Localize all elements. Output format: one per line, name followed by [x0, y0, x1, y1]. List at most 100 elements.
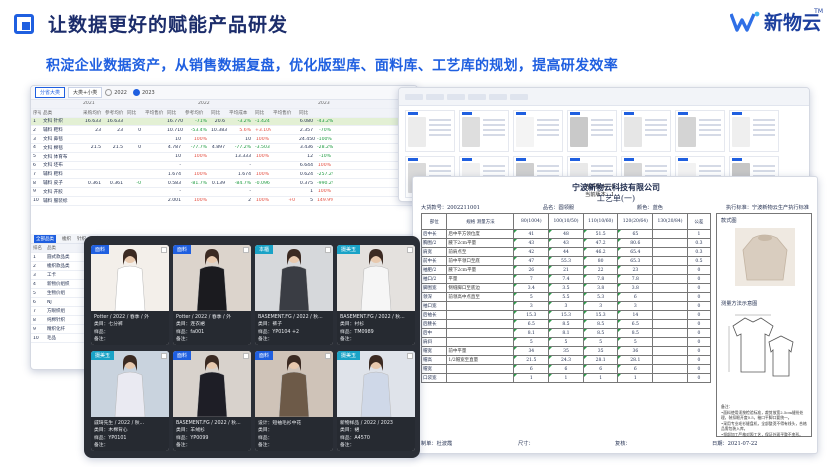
measure-value: 3.8	[617, 283, 654, 293]
style-card[interactable]: 面料 Potter / 2022 / 春季 / 外类目：连衣裙 样品：fa001 备注…	[173, 245, 251, 345]
style-card[interactable]: 面料 BASEMENT.FG / 2022 / 秋... 类目：羊绒衫 样品：YP00…	[173, 351, 251, 451]
table-row[interactable]: 6 文科 坯布 - - 6.644 100%	[31, 162, 417, 171]
table-cell: 21.5	[112, 145, 123, 151]
text-line	[429, 134, 451, 136]
field-label: 品名：	[542, 205, 559, 211]
measure-part: 后中	[420, 328, 448, 338]
rank-category: 精织化纤	[47, 327, 65, 332]
library-filter-button[interactable]	[426, 93, 444, 100]
style-card[interactable]: 摄美玉 戚琦先生 / 2022 / 秋... 类目：木棉背心 样品：YP0101 备注：	[91, 351, 169, 451]
table-cell: 20.6	[214, 118, 225, 124]
measure-method	[446, 310, 515, 320]
table-cell: 100%	[255, 154, 269, 160]
table-row[interactable]: 5 文科 体育布 10 100% 13.333 100% 12 -10%	[31, 153, 417, 162]
row-number: 10	[33, 198, 39, 204]
field-value: 圆领服	[558, 205, 575, 211]
table-cell: 3.436	[299, 145, 313, 151]
fabric-thumbnail	[624, 117, 642, 147]
rank-category: 毛品	[47, 336, 56, 341]
table-cell: 0.361	[109, 180, 123, 186]
library-card[interactable]	[729, 110, 779, 152]
select-checkbox[interactable]	[161, 247, 167, 253]
measure-value: 3.4	[513, 283, 550, 293]
card-tag	[624, 112, 634, 115]
table-cell: 0.624	[299, 171, 313, 177]
ranking-tab[interactable]: 全部品类	[34, 234, 56, 243]
table-row[interactable]: 2 辅料 鞋料 23 23 0 10.710 -53.4% 10.383 5.6% +3.109 2…	[31, 126, 417, 136]
measure-value: 0	[686, 292, 712, 302]
style-info-line: 备注：	[176, 443, 191, 449]
ranking-tab[interactable]: 梭织	[62, 236, 71, 242]
library-filter-button[interactable]	[489, 93, 507, 100]
text-line	[591, 124, 613, 126]
library-card[interactable]	[513, 110, 563, 152]
table-row: 帽宽 前中平量 34 35 35 36 0	[420, 346, 712, 356]
measure-method	[446, 319, 515, 329]
measure-value: 80.6	[617, 238, 654, 248]
style-tag: 面料	[91, 245, 110, 254]
table-row: 帽宽 6 6 6 6 0	[420, 364, 712, 374]
style-card[interactable]: 面料 Potter / 2022 / 春季 / 外类目：七分裤 样品： 备注：	[91, 245, 169, 345]
select-checkbox[interactable]	[161, 353, 167, 359]
style-gallery-grid: 面料 Potter / 2022 / 春季 / 外类目：七分裤 样品： 备注： 面料 Po…	[91, 245, 415, 451]
library-card[interactable]	[675, 110, 725, 152]
library-card[interactable]	[459, 110, 509, 152]
select-checkbox[interactable]	[407, 247, 413, 253]
select-checkbox[interactable]	[325, 247, 331, 253]
tab-category-subcategory[interactable]: 大类+小类	[68, 87, 103, 98]
select-checkbox[interactable]	[407, 353, 413, 359]
measure-value: 28.1	[617, 355, 654, 365]
style-info-line: 类目：	[258, 428, 273, 434]
table-row[interactable]: 9 文科 开胶 - - 1 100%	[31, 188, 417, 197]
order-field: 执行标准：宁波新物云生产执行标准	[726, 204, 809, 211]
measure-value: 0.3	[686, 238, 712, 248]
library-card[interactable]	[567, 110, 617, 152]
library-filter-button[interactable]	[468, 93, 486, 100]
style-card[interactable]: 摄美玉 BASEMENT.FG / 2022 / 秋... 类目：衬衫 样品：TM09…	[337, 245, 415, 345]
select-checkbox[interactable]	[243, 247, 249, 253]
style-card[interactable]: 面料 设计：短袖毛衫中花 类目： 样品： 备注：	[255, 351, 333, 451]
style-tag: 摄美玉	[337, 351, 361, 360]
fabric-thumbnail	[678, 117, 696, 147]
style-card[interactable]: 摄美玉 新物样品 / 2022 / 2023 类目：裙 样品：A4570 备注：	[337, 351, 415, 451]
measure-value: 8.5	[582, 328, 619, 338]
table-row[interactable]: 4 文科 棉毯 21.5 21.5 0 4.787 -77.7% 4.897 -77.2% -3.…	[31, 144, 417, 153]
table-cell: 0.139	[211, 180, 225, 186]
measure-value	[652, 229, 688, 239]
tab-province-category[interactable]: 分省大类	[35, 87, 66, 98]
select-checkbox[interactable]	[243, 353, 249, 359]
style-photo	[173, 245, 251, 311]
year-radio-2023[interactable]: 2023	[133, 89, 155, 96]
table-row[interactable]: 1 文科 针织 16.633 16.633 16.770 -71% 20.6 -3.2% -1.…	[31, 117, 417, 127]
measure-value: 0	[686, 310, 712, 320]
year-radio-2022[interactable]: 2022	[105, 89, 127, 96]
table-cell: 2.357	[299, 127, 313, 133]
style-info-line: 类目：裤子	[258, 322, 282, 328]
table-cell: +3.109	[255, 127, 271, 133]
measure-value: 5.5	[548, 292, 584, 302]
table-row[interactable]: 7 辅料 鞋料 1.674 100% 1.674 100% 0.624 -257.2%	[31, 170, 417, 180]
select-checkbox[interactable]	[325, 353, 331, 359]
library-filter-button[interactable]	[510, 93, 528, 100]
text-line	[753, 129, 775, 131]
library-card[interactable]	[405, 110, 455, 152]
style-info-line: 备注：	[340, 443, 355, 449]
card-tag	[516, 158, 526, 161]
column-header: 采购均价	[83, 110, 102, 116]
style-card[interactable]: 本櫃 BASEMENT.FG / 2022 / 秋... 类目：裤子 样品：YP010…	[255, 245, 333, 345]
table-row[interactable]: 10 辅料 服装标 2.001 100% 2 100% +0 5 149.9%	[31, 197, 417, 206]
measure-value: 24.3	[548, 355, 584, 365]
library-filter-button[interactable]	[405, 93, 423, 100]
measure-value: 3	[548, 301, 584, 311]
library-filter-button[interactable]	[447, 93, 465, 100]
table-row[interactable]: 8 辅料 皮子 0.361 0.361 -0 0.583 -81.7% 0.139 -84.7%…	[31, 179, 417, 188]
measure-value: 41	[513, 229, 550, 239]
table-cell: -84.7%	[234, 180, 251, 186]
library-card[interactable]	[621, 110, 671, 152]
measure-value: 26	[513, 265, 550, 275]
table-row[interactable]: 3 文科 鼻毯 10 100% 10 100% 24.450 -100%	[31, 135, 417, 144]
table-cell: 1	[310, 189, 313, 195]
table-cell: 0.361	[87, 180, 101, 186]
table-cell: -0.096	[255, 180, 270, 186]
measure-value: 44	[548, 247, 584, 257]
